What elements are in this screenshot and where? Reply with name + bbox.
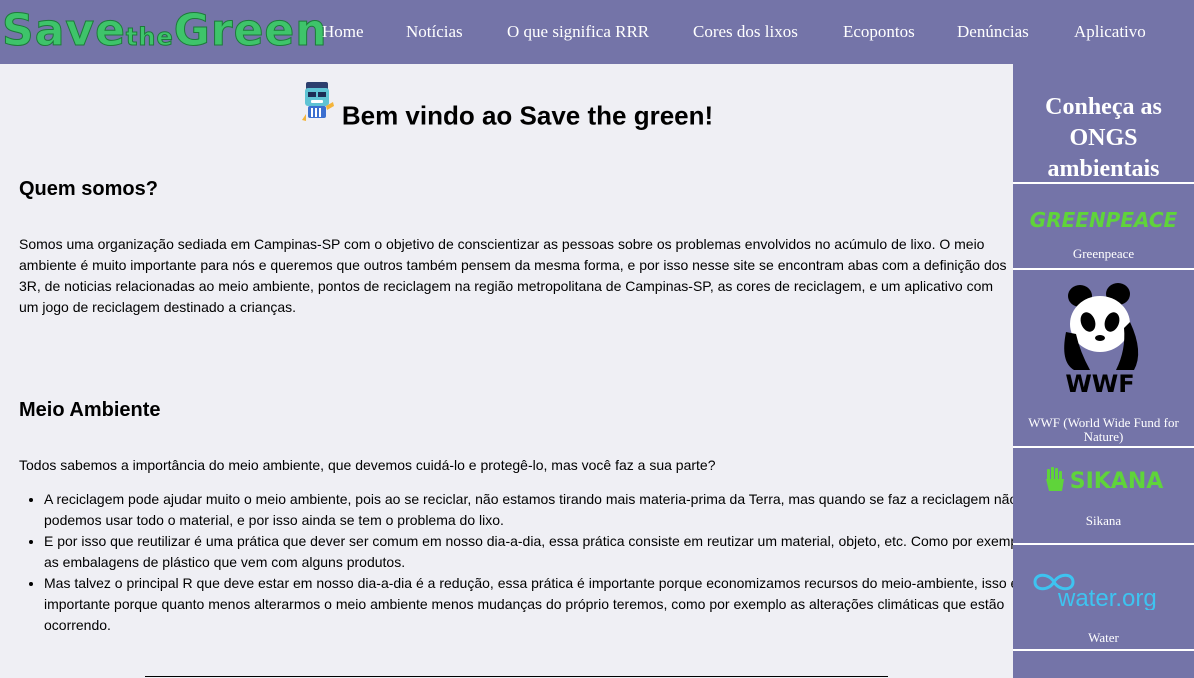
ong-name: Water [1088,630,1119,645]
nav-home[interactable]: Home [322,22,364,42]
ong-name: Greenpeace [1072,246,1135,261]
ong-sidebar: Conheça as ONGS ambientais GREENPEACE Gr… [1013,64,1194,678]
list-item: A reciclagem pode ajudar muito o meio am… [44,489,1039,531]
nav-noticias[interactable]: Notícias [406,22,463,42]
list-item: Mas talvez o principal R que deve estar … [44,573,1039,636]
nav-ecopontos[interactable]: Ecopontos [843,22,915,42]
hand-icon [1044,466,1066,497]
ong-greenpeace[interactable]: GREENPEACE Greenpeace [1013,184,1194,270]
ong-name: Sikana [1085,513,1122,528]
about-heading: Quem somos? [19,178,158,200]
nav-cores-lixos[interactable]: Cores dos lixos [693,22,798,42]
nav-aplicativo[interactable]: Aplicativo [1074,22,1146,42]
ong-water[interactable]: water.org Water [1013,545,1194,651]
main-content: Bem vindo ao Save the green! Quem somos?… [0,64,1029,678]
ong-wwf[interactable]: WWF WWF (World Wide Fund for Nature) [1013,270,1194,448]
welcome-heading: Bem vindo ao Save the green! [0,82,1013,145]
svg-text:WWF: WWF [1065,370,1134,394]
logo-text-save: Save [2,5,126,57]
list-item: E por isso que reutilizar é uma prática … [44,531,1039,573]
environment-intro: Todos sabemos a importância do meio ambi… [19,457,716,473]
mascot-icon [300,80,336,135]
logo-text-green: Green [173,5,328,57]
divider [145,676,888,677]
nav-denuncias[interactable]: Denúncias [957,22,1029,42]
nav-rrr[interactable]: O que significa RRR [507,22,649,42]
about-text: Somos uma organização sediada em Campina… [19,236,1007,315]
greenpeace-logo[interactable]: GREENPEACE [1013,208,1194,232]
environment-list: A reciclagem pode ajudar muito o meio am… [19,489,1039,636]
svg-text:water.org: water.org [1057,585,1157,610]
sidebar-title: Conheça as ONGS ambientais [1013,64,1194,184]
sikana-logo[interactable]: SIKANA [1013,466,1194,497]
panda-logo[interactable]: WWF [1060,282,1144,398]
ong-sikana[interactable]: SIKANA Sikana [1013,448,1194,545]
site-logo[interactable]: Save the Green [2,3,328,59]
ong-name: WWF (World Wide Fund for Nature) [1028,415,1179,444]
infinity-icon: water.org [1033,573,1157,612]
environment-heading: Meio Ambiente [19,399,161,421]
water-org-logo[interactable]: water.org [1031,570,1181,612]
top-navbar: Save the Green Home Notícias O que signifi… [0,0,1194,64]
logo-text-the: the [125,23,174,52]
welcome-text: Bem vindo ao Save the green! [341,100,714,131]
